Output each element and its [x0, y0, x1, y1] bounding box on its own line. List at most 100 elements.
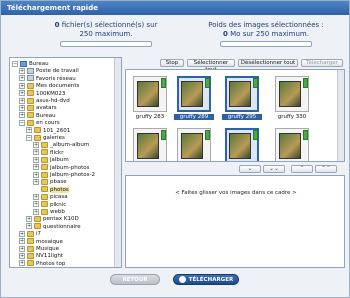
- tree-item-label: photos: [50, 186, 69, 193]
- toolbar-upload-button[interactable]: Télécharger: [301, 59, 343, 67]
- expand-icon[interactable]: +: [26, 223, 32, 230]
- selection-tag-icon: [205, 130, 210, 140]
- upload-button-label: TÉLÉCHARGER: [188, 277, 234, 283]
- folder-icon: [27, 97, 34, 104]
- weight-status: Poids des images sélectionnées : 0 Mo su…: [191, 21, 341, 47]
- tree-item-label: galeries: [43, 135, 65, 141]
- scroll-to-top-button[interactable]: ⌃⌃: [315, 165, 337, 173]
- thumbnail[interactable]: [275, 128, 309, 161]
- upload-icon: [178, 276, 186, 283]
- expand-icon[interactable]: +: [33, 208, 39, 215]
- collapse-icon[interactable]: −: [26, 134, 32, 141]
- thumbnail-grid-scrollbar[interactable]: [337, 70, 344, 161]
- collapse-icon[interactable]: −: [19, 119, 25, 126]
- photo-preview: [229, 133, 251, 159]
- thumbnail[interactable]: [177, 76, 211, 112]
- selection-tag-icon: [161, 78, 166, 88]
- folder-icon: [41, 156, 48, 163]
- upload-window: Téléchargement rapide 0 fichier(s) sélec…: [0, 0, 350, 298]
- file-count-progress: [60, 41, 152, 47]
- expand-icon[interactable]: +: [19, 238, 25, 245]
- select-all-button[interactable]: Sélectionner tout: [187, 59, 235, 73]
- expand-icon[interactable]: +: [33, 141, 39, 148]
- expand-icon[interactable]: +: [19, 67, 25, 74]
- folder-icon: [41, 171, 48, 178]
- stop-button[interactable]: Stop: [160, 59, 184, 67]
- photo-preview: [181, 81, 203, 107]
- weight-text: Mo sur 250 maximum.: [230, 30, 309, 38]
- tree-item-label: Bureau: [36, 112, 56, 119]
- selection-tag-icon: [303, 78, 308, 88]
- expand-icon[interactable]: +: [33, 201, 39, 208]
- upload-button[interactable]: TÉLÉCHARGER: [173, 274, 239, 285]
- folder-icon: [34, 127, 41, 134]
- folder-icon: [27, 260, 34, 267]
- back-button[interactable]: RETOUR: [110, 274, 160, 285]
- thumbnail[interactable]: [275, 76, 309, 112]
- expand-icon[interactable]: +: [19, 252, 25, 259]
- thumbnail-label: gruffy 283: [135, 114, 165, 120]
- collapse-icon[interactable]: −: [12, 60, 18, 67]
- expand-icon[interactable]: +: [19, 230, 25, 237]
- file-max-text: 250 maximum.: [79, 30, 133, 38]
- selection-tag-icon: [253, 78, 258, 88]
- folder-tree-scrollbar[interactable]: [114, 58, 121, 267]
- expand-icon[interactable]: +: [19, 90, 25, 97]
- tree-item-label: piknic: [50, 201, 67, 208]
- expand-icon[interactable]: +: [33, 149, 39, 156]
- thumbnail-label: gruffy 295: [222, 114, 262, 120]
- expand-icon[interactable]: +: [26, 215, 32, 222]
- folder-icon: [41, 201, 48, 208]
- scroll-to-end-button[interactable]: ⌄⌄: [263, 165, 285, 173]
- tree-item-label: 100KM023: [36, 90, 66, 97]
- tree-item-label: NV11light: [36, 253, 64, 260]
- thumbnail-label: gruffy 289: [174, 114, 214, 120]
- folder-icon: [34, 215, 41, 222]
- expand-icon[interactable]: +: [19, 104, 25, 111]
- photo-preview: [279, 133, 301, 159]
- expand-icon[interactable]: +: [19, 82, 25, 89]
- scroll-up-button[interactable]: ⌃: [291, 165, 313, 173]
- tree-item-label: mosaique: [36, 238, 63, 245]
- thumbnail[interactable]: [177, 128, 211, 161]
- expand-icon[interactable]: +: [33, 171, 39, 178]
- tree-item-label: picasa: [50, 194, 68, 201]
- expand-icon[interactable]: +: [33, 156, 39, 163]
- expand-icon[interactable]: +: [33, 178, 39, 185]
- image-drop-zone[interactable]: < Faites glisser vos images dans ce cadr…: [125, 175, 345, 268]
- folder-icon: [27, 104, 34, 111]
- file-count: 0: [54, 21, 60, 29]
- thumbnail[interactable]: [133, 128, 167, 161]
- expand-icon[interactable]: +: [19, 97, 25, 104]
- expand-icon[interactable]: +: [19, 245, 25, 252]
- thumbnail[interactable]: [133, 76, 167, 112]
- tree-item-label: i7: [36, 231, 42, 238]
- expand-icon[interactable]: +: [19, 112, 25, 119]
- tree-item-label: Photos top: [36, 260, 66, 267]
- folder-icon: [41, 178, 48, 185]
- thumbnail[interactable]: [225, 76, 259, 112]
- folder-icon: [41, 149, 48, 156]
- folder-icon: [34, 223, 41, 230]
- thumbnail-grid[interactable]: gruffy 283 gruffy 289 gruffy 295 gruffy 330: [125, 69, 345, 162]
- expand-icon[interactable]: +: [33, 164, 39, 171]
- expand-icon[interactable]: +: [33, 193, 39, 200]
- expand-icon[interactable]: +: [19, 260, 25, 267]
- thumbnail[interactable]: [225, 128, 259, 161]
- tree-item-label: pentax K10D: [43, 216, 79, 223]
- tree-item-label: Poste de travail: [36, 68, 79, 75]
- file-count-status: 0 fichier(s) sélectionné(s) sur 250 maxi…: [31, 21, 181, 47]
- selection-tag-icon: [205, 78, 210, 88]
- tree-item[interactable]: + Photos top: [19, 260, 66, 267]
- tree-item-label: jalbum-photos: [50, 164, 90, 171]
- expand-icon[interactable]: +: [26, 127, 32, 134]
- folder-tree[interactable]: − Bureau + Poste de travail + Favoris réseau +…: [9, 57, 122, 268]
- weight-value: 0: [223, 30, 228, 38]
- folder-icon: [34, 134, 41, 141]
- tree-item-label: avatars: [36, 105, 57, 112]
- tree-item-label: en cours: [36, 120, 60, 127]
- expand-icon[interactable]: +: [19, 75, 25, 82]
- deselect-all-button[interactable]: Désélectionner tout: [238, 59, 298, 67]
- tree-item-label: asus-hd-dvd: [36, 98, 70, 104]
- scroll-down-button[interactable]: ⌄: [239, 165, 261, 173]
